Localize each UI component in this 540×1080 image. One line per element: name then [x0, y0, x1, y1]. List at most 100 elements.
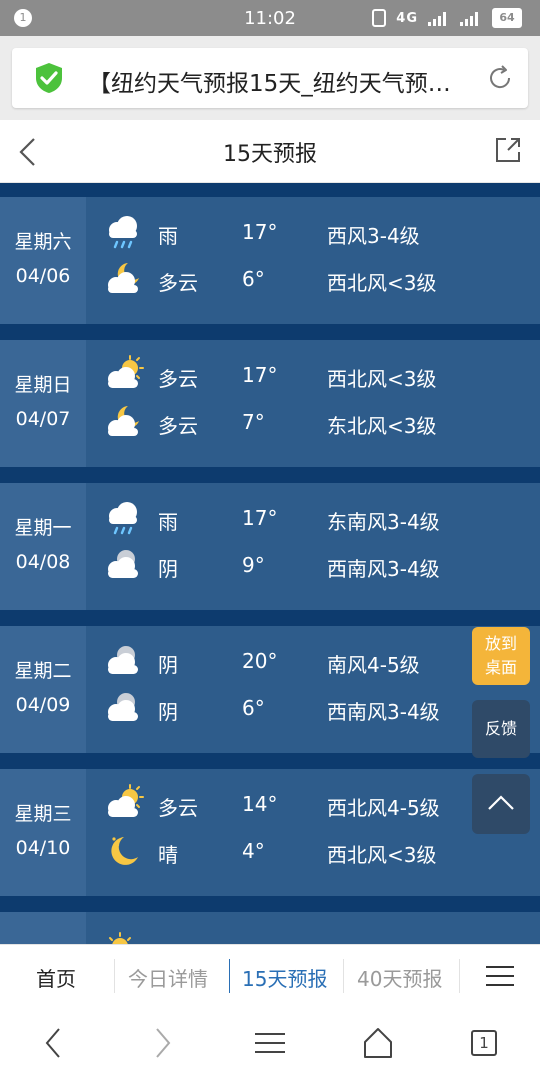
- moon-cloud-icon: [108, 263, 139, 293]
- weekday-label: 星期日: [14, 374, 72, 396]
- condition-text: 雨: [158, 510, 178, 534]
- rain-cloud-icon: [109, 502, 137, 535]
- tab-count-button[interactable]: 1: [471, 1030, 497, 1056]
- temperature-text: 17°: [242, 506, 278, 530]
- overcast-cloud-icon: [108, 693, 138, 721]
- date-label: 04/10: [15, 837, 71, 859]
- condition-text: 多云: [158, 367, 198, 391]
- nav-divider: [343, 959, 344, 993]
- forecast-day-partial: [0, 912, 540, 944]
- daytime-row: 多云 17° 西北风<3级: [86, 353, 540, 399]
- shield-icon: [36, 63, 62, 93]
- overcast-cloud-icon: [108, 550, 138, 578]
- wind-text: 西北风<3级: [327, 271, 437, 295]
- temperature-text: 17°: [242, 220, 278, 244]
- back-to-top-button[interactable]: [472, 774, 530, 834]
- weekday-label: 星期三: [14, 803, 72, 825]
- rain-cloud-icon: [109, 216, 137, 249]
- forecast-day: 星期一 04/08 雨 17° 东南风3-4级 阴 9° 西南风3-4级: [0, 483, 540, 610]
- add-to-desktop-label-1: 放到: [484, 634, 517, 653]
- condition-text: 雨: [158, 224, 178, 248]
- night-row: 多云 6° 西北风<3级: [86, 257, 540, 303]
- forecast-list[interactable]: 星期六 04/06 雨 17° 西风3-4级 多云 6° 西北风<3级 星期日 …: [0, 183, 540, 944]
- weekday-label: 星期六: [14, 231, 72, 253]
- wind-text: 西北风<3级: [327, 843, 437, 867]
- sun-cloud-icon: [108, 784, 144, 817]
- nav-15-day[interactable]: 15天预报: [242, 963, 327, 992]
- temperature-text: 20°: [242, 649, 278, 673]
- weekday-label: 星期一: [14, 517, 72, 539]
- date-label: 04/09: [15, 694, 71, 716]
- browser-address-area: 【纽约天气预报15天_纽约天气预…: [0, 36, 540, 120]
- nav-home[interactable]: 首页: [36, 963, 76, 992]
- nav-40-day[interactable]: 40天预报: [357, 963, 442, 992]
- condition-text: 晴: [158, 843, 178, 867]
- overcast-cloud-icon: [108, 646, 138, 674]
- date-column: 星期三 04/10: [0, 769, 86, 896]
- forecast-day: 星期日 04/07 多云 17° 西北风<3级 多云 7° 东北风<3级: [0, 340, 540, 467]
- daytime-row: 雨 17° 东南风3-4级: [86, 496, 540, 542]
- sun-cloud-icon: [108, 355, 144, 388]
- reload-icon[interactable]: [486, 64, 514, 92]
- temperature-text: 9°: [242, 553, 265, 577]
- address-bar[interactable]: 【纽约天气预报15天_纽约天气预…: [12, 48, 528, 108]
- signal-icon: [428, 12, 446, 26]
- forecast-day: 星期六 04/06 雨 17° 西风3-4级 多云 6° 西北风<3级: [0, 197, 540, 324]
- share-icon[interactable]: [494, 136, 522, 164]
- date-column: 星期一 04/08: [0, 483, 86, 610]
- weekday-label: 星期二: [14, 660, 72, 682]
- temperature-text: 14°: [242, 792, 278, 816]
- signal-icon-2: [460, 12, 478, 26]
- condition-text: 多云: [158, 414, 198, 438]
- page-header: 15天预报: [0, 120, 540, 183]
- battery-icon: 64: [492, 8, 522, 28]
- nav-divider: [114, 959, 115, 993]
- wind-text: 东北风<3级: [327, 414, 437, 438]
- temperature-text: 6°: [242, 267, 265, 291]
- status-icons: 4G 64: [372, 8, 522, 28]
- night-row: 晴 4° 西北风<3级: [86, 829, 540, 875]
- hamburger-menu-icon[interactable]: [486, 965, 514, 987]
- daytime-row: 雨 17° 西风3-4级: [86, 210, 540, 256]
- page-title-text[interactable]: 【纽约天气预报15天_纽约天气预…: [88, 64, 468, 98]
- network-type-label: 4G: [396, 10, 418, 26]
- wind-text: 西北风4-5级: [327, 796, 440, 820]
- nav-divider: [229, 959, 230, 993]
- header-title: 15天预报: [223, 142, 317, 167]
- crescent-moon-icon: [111, 837, 138, 865]
- forecast-day: 星期三 04/10 多云 14° 西北风4-5级 晴 4° 西北风<3级: [0, 769, 540, 896]
- condition-text: 阴: [158, 700, 178, 724]
- status-bar: 1 11:02 4G 64: [0, 0, 540, 36]
- browser-back-icon[interactable]: [40, 1026, 68, 1060]
- night-row: 阴 9° 西南风3-4级: [86, 543, 540, 589]
- temperature-text: 7°: [242, 410, 265, 434]
- sun-icon-partial: [109, 932, 131, 944]
- temperature-text: 17°: [242, 363, 278, 387]
- vibrate-icon: [372, 9, 387, 27]
- condition-text: 多云: [158, 796, 198, 820]
- browser-toolbar: 1: [0, 1006, 540, 1080]
- browser-menu-icon[interactable]: [254, 1026, 286, 1060]
- night-row: 多云 7° 东北风<3级: [86, 400, 540, 446]
- date-label: 04/06: [15, 265, 71, 287]
- feedback-button[interactable]: 反馈: [472, 700, 530, 758]
- wind-text: 西南风3-4级: [327, 700, 440, 724]
- add-to-desktop-button[interactable]: 放到 桌面: [472, 627, 530, 685]
- wind-text: 西北风<3级: [327, 367, 437, 391]
- wind-text: 东南风3-4级: [327, 510, 440, 534]
- temperature-text: 4°: [242, 839, 265, 863]
- date-column: 星期二 04/09: [0, 626, 86, 753]
- bottom-nav: 首页 今日详情 15天预报 40天预报: [0, 944, 540, 1007]
- condition-text: 阴: [158, 557, 178, 581]
- wind-text: 西南风3-4级: [327, 557, 440, 581]
- nav-today-detail[interactable]: 今日详情: [128, 963, 208, 992]
- date-label: 04/07: [15, 408, 71, 430]
- date-column: 星期六 04/06: [0, 197, 86, 324]
- forecast-day: 星期二 04/09 阴 20° 南风4-5级 阴 6° 西南风3-4级: [0, 626, 540, 753]
- nav-divider: [459, 959, 460, 993]
- date-column: [0, 912, 86, 944]
- chevron-up-icon: [488, 795, 514, 810]
- browser-forward-icon[interactable]: [148, 1026, 176, 1060]
- browser-home-icon[interactable]: [362, 1026, 394, 1060]
- condition-text: 多云: [158, 271, 198, 295]
